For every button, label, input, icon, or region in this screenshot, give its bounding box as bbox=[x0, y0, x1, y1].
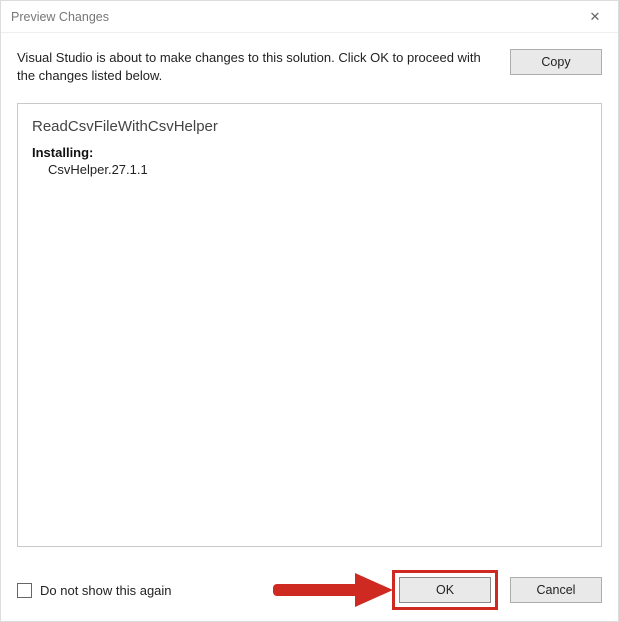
changes-panel: ReadCsvFileWithCsvHelper Installing: Csv… bbox=[17, 103, 602, 547]
project-name: ReadCsvFileWithCsvHelper bbox=[32, 118, 587, 135]
ok-highlight: OK bbox=[392, 570, 498, 610]
dialog-title: Preview Changes bbox=[11, 10, 109, 24]
ok-button[interactable]: OK bbox=[399, 577, 491, 603]
installing-label: Installing: bbox=[32, 145, 587, 160]
cancel-button[interactable]: Cancel bbox=[510, 577, 602, 603]
preview-changes-dialog: Preview Changes ✕ Visual Studio is about… bbox=[0, 0, 619, 622]
copy-button[interactable]: Copy bbox=[510, 49, 602, 75]
footer: Do not show this again OK Cancel bbox=[1, 559, 618, 621]
do-not-show-label: Do not show this again bbox=[40, 583, 172, 598]
ok-button-label: OK bbox=[436, 583, 454, 597]
cancel-button-label: Cancel bbox=[537, 583, 576, 597]
dialog-description: Visual Studio is about to make changes t… bbox=[17, 49, 494, 85]
copy-button-label: Copy bbox=[541, 55, 570, 69]
close-button[interactable]: ✕ bbox=[572, 1, 618, 32]
do-not-show-wrap: Do not show this again bbox=[17, 583, 380, 598]
do-not-show-checkbox[interactable] bbox=[17, 583, 32, 598]
package-item: CsvHelper.27.1.1 bbox=[32, 162, 587, 177]
close-icon: ✕ bbox=[590, 10, 601, 23]
header-row: Visual Studio is about to make changes t… bbox=[1, 33, 618, 95]
titlebar: Preview Changes ✕ bbox=[1, 1, 618, 33]
